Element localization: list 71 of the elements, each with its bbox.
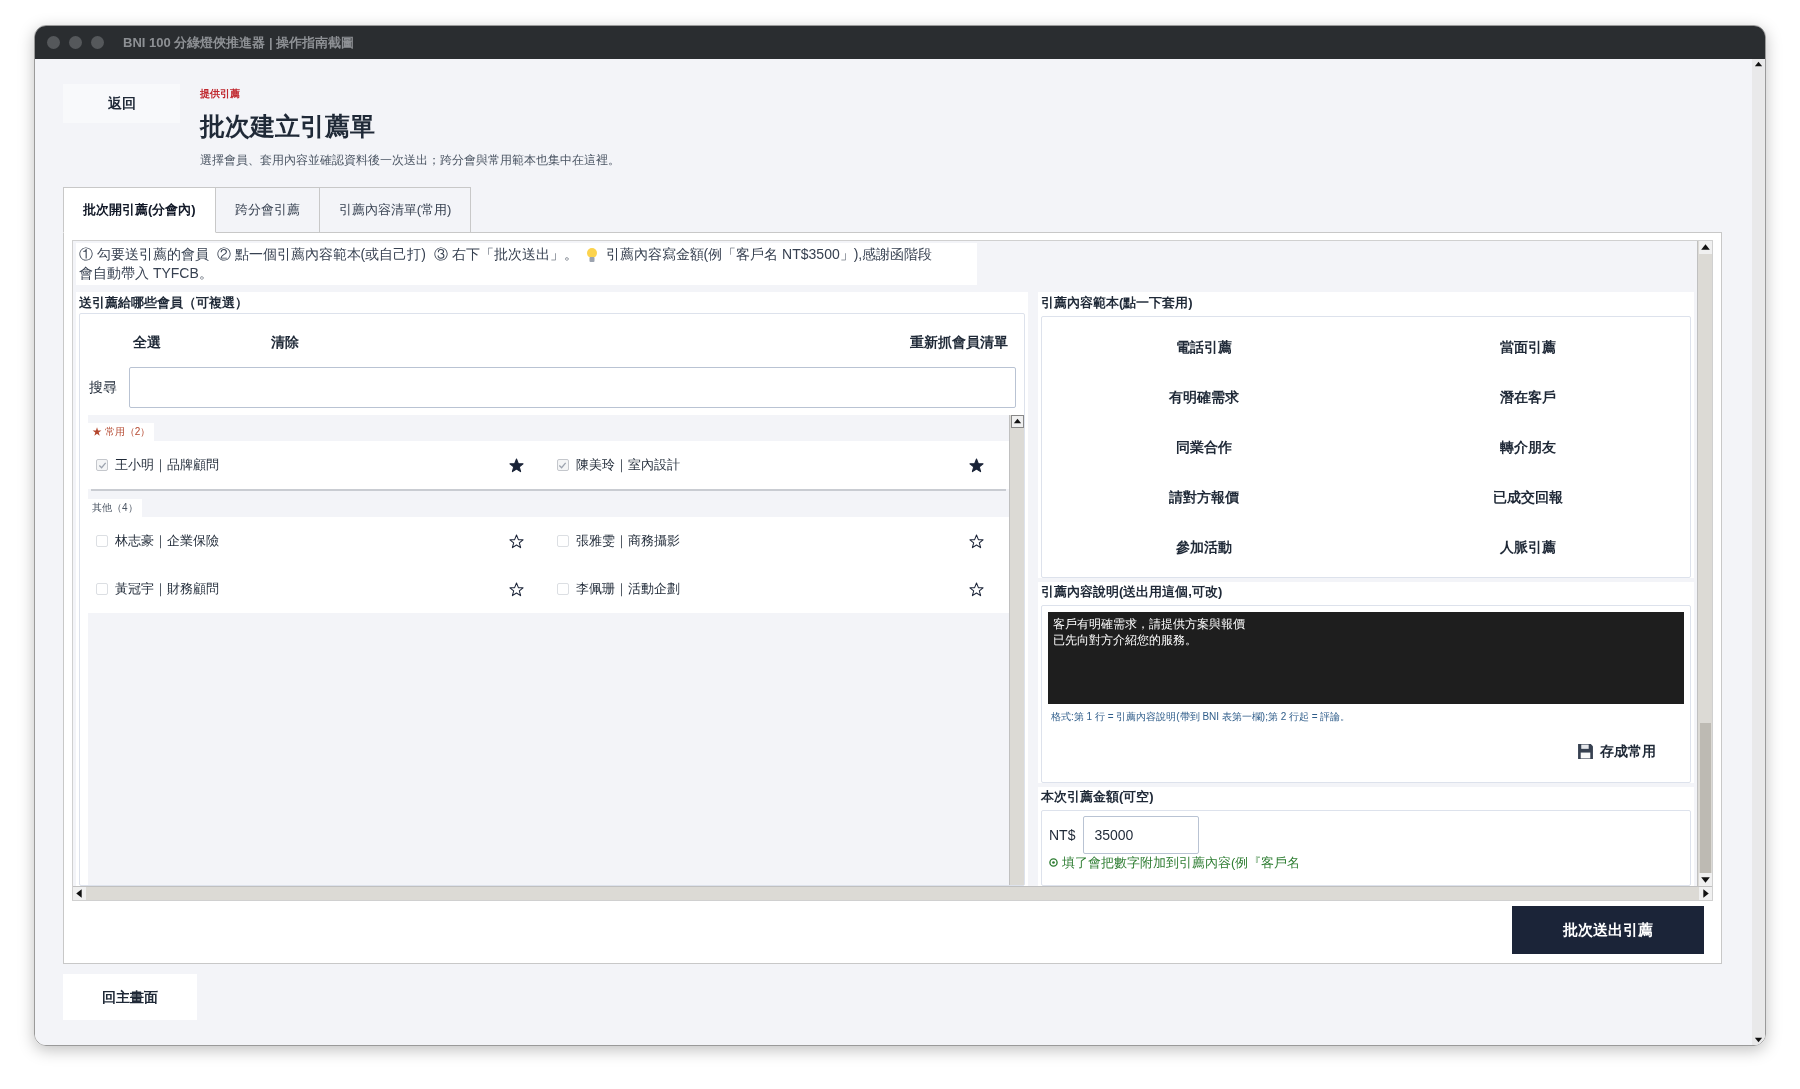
template-button[interactable]: 潛在客戶	[1366, 372, 1690, 422]
page-subtitle: 選擇會員、套用內容並確認資料後一次送出；跨分會與常用範本也集中在這裡。	[200, 152, 620, 168]
list-scrollbar[interactable]	[1009, 415, 1024, 885]
template-button[interactable]: 同業合作	[1042, 422, 1366, 472]
eyebrow-label: 提供引薦	[200, 87, 241, 101]
star-icon[interactable]	[508, 581, 524, 597]
search-label: 搜尋	[89, 378, 118, 397]
action-button[interactable]: 清除	[221, 324, 349, 360]
checkbox[interactable]	[96, 459, 108, 471]
page-title: 批次建立引薦單	[200, 111, 376, 142]
description-field[interactable]: 客戶有明確需求，請提供方案與報價 已先向對方介紹您的服務。	[1048, 612, 1684, 704]
star-icon[interactable]	[508, 457, 524, 473]
scroll-right-icon[interactable]	[1699, 887, 1712, 900]
format-note: 格式:第 1 行 = 引薦內容說明(帶到 BNI 表第一欄);第 2 行起 = 評論。	[1050, 710, 1352, 724]
scroll-up-icon[interactable]	[1010, 415, 1024, 428]
template-button[interactable]: 有明確需求	[1042, 372, 1366, 422]
window-scrollbar[interactable]	[1752, 59, 1765, 1045]
back-button[interactable]: 返回	[63, 84, 180, 123]
checkbox[interactable]	[96, 583, 108, 595]
tip-text: 引薦內容寫金額(例「客戶名 NT$3500」),感謝函階段	[605, 245, 933, 264]
currency-label: NT$	[1049, 825, 1076, 845]
description-line: 已先向對方介紹您的服務。	[1053, 632, 1197, 648]
steps-text: ① 勾要送引薦的會員 ② 點一個引薦內容範本(或自己打) ③ 右下「批次送出」。	[79, 245, 578, 264]
lightbulb-icon	[585, 246, 598, 263]
group-label: 其他（4）	[88, 499, 142, 517]
info-circle-icon	[1049, 858, 1058, 867]
template-button[interactable]: 參加活動	[1042, 522, 1366, 572]
refresh-members-button[interactable]: 重新抓會員清單	[902, 324, 1016, 360]
template-button[interactable]: 電話引薦	[1042, 322, 1366, 372]
section-label: 引薦內容範本(點一下套用)	[1040, 294, 1194, 312]
batch-submit-button[interactable]: 批次送出引薦	[1512, 906, 1704, 954]
template-button[interactable]: 已成交回報	[1366, 472, 1690, 522]
member-name: 張雅雯｜商務攝影	[575, 532, 680, 551]
amount-note: 填了會把數字附加到引薦內容(例『客戶名	[1062, 855, 1301, 870]
search-field[interactable]	[129, 367, 1016, 408]
star-icon[interactable]	[969, 581, 984, 597]
group-label: ★ 常用（2）	[88, 423, 155, 441]
member-name: 陳美玲｜室內設計	[575, 456, 680, 475]
star-icon[interactable]	[508, 533, 524, 549]
template-button[interactable]: 轉介朋友	[1366, 422, 1690, 472]
scroll-up-icon[interactable]	[1698, 241, 1712, 254]
member-name: 王小明｜品牌顧問	[115, 456, 219, 475]
member-name: 林志豪｜企業保險	[115, 532, 219, 551]
member-name: 李佩珊｜活動企劃	[575, 580, 680, 599]
template-button[interactable]: 人脈引薦	[1366, 522, 1690, 572]
section-label: 送引薦給哪些會員（可複選）	[78, 294, 249, 312]
section-label: 本次引薦金額(可空)	[1040, 788, 1155, 806]
save-favorite-button[interactable]: 存成常用	[1577, 741, 1656, 762]
checkbox[interactable]	[96, 535, 108, 547]
tab[interactable]: 引薦內容清單(常用)	[318, 187, 472, 233]
checkbox[interactable]	[556, 459, 569, 471]
checkbox[interactable]	[556, 583, 569, 595]
horizontal-scrollbar[interactable]	[73, 886, 1712, 900]
scroll-left-icon[interactable]	[73, 887, 86, 900]
star-icon[interactable]	[969, 457, 984, 473]
tip-text: 會自動帶入 TYFCB。	[79, 264, 213, 283]
tab[interactable]: 批次開引薦(分會內)	[63, 187, 216, 233]
vertical-scrollbar[interactable]	[1697, 241, 1712, 886]
checkbox[interactable]	[556, 535, 569, 547]
home-button[interactable]: 回主畫面	[63, 974, 197, 1020]
star-icon[interactable]	[969, 533, 984, 549]
template-button[interactable]: 當面引薦	[1366, 322, 1690, 372]
section-label: 引薦內容說明(送出用這個,可改)	[1040, 583, 1224, 601]
scroll-down-icon[interactable]	[1698, 873, 1712, 886]
member-name: 黃冠宇｜財務顧問	[115, 580, 219, 599]
template-button[interactable]: 請對方報價	[1042, 472, 1366, 522]
description-line: 客戶有明確需求，請提供方案與報價	[1053, 616, 1245, 632]
window-title: BNI 100 分綠燈俠推進器 | 操作指南截圖	[123, 33, 355, 52]
amount-field[interactable]: 35000	[1083, 816, 1200, 854]
action-button[interactable]: 全選	[88, 324, 206, 360]
scroll-thumb[interactable]	[1699, 723, 1711, 873]
